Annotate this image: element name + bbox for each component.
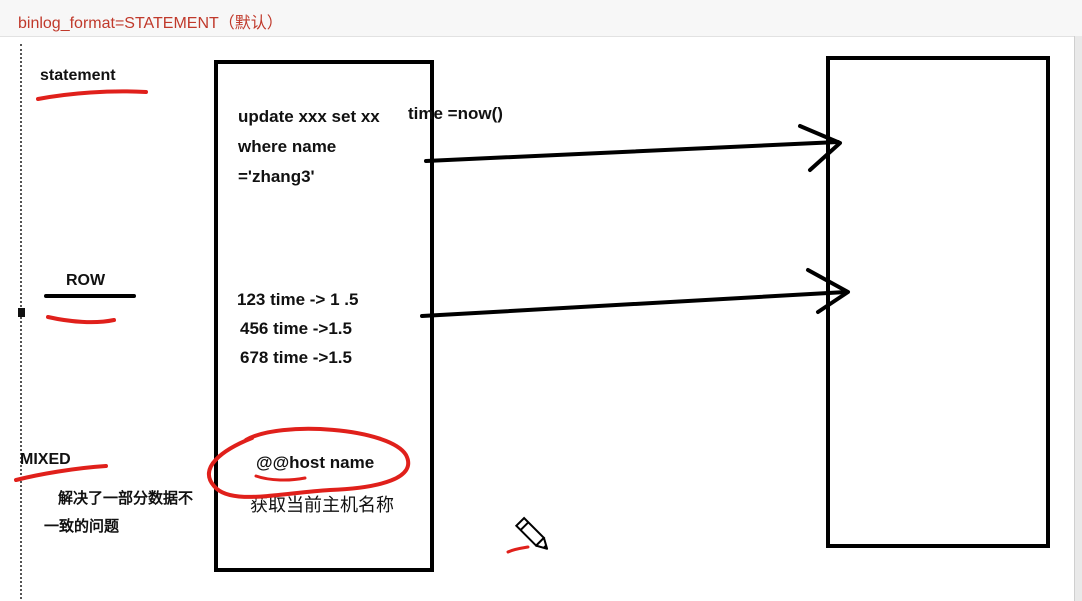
mixed-note-line1: 解决了一部分数据不 — [58, 490, 194, 507]
host-note: 获取当前主机名称 — [250, 495, 394, 515]
statement-sql-line3: ='zhang3' — [238, 167, 315, 186]
row-label: ROW — [66, 272, 106, 289]
page-title: binlog_format=STATEMENT（默认） — [18, 15, 283, 32]
mixed-label: MIXED — [20, 451, 71, 468]
guide-line-marker — [18, 308, 25, 317]
statement-sql-line1: update xxx set xx — [238, 107, 380, 126]
statement-label: statement — [40, 67, 116, 84]
mixed-note-line2: 一致的问题 — [44, 518, 120, 535]
row-line-3: 678 time ->1.5 — [240, 348, 352, 367]
statement-sql-now: time =now() — [408, 104, 503, 123]
vertical-scrollbar[interactable] — [1074, 36, 1082, 601]
title-bar: binlog_format=STATEMENT（默认） — [0, 0, 1082, 37]
dotted-guide-line — [20, 44, 22, 599]
host-variable: @@host name — [256, 453, 375, 472]
row-line-2: 456 time ->1.5 — [240, 319, 352, 338]
row-line-1: 123 time -> 1 .5 — [237, 290, 359, 309]
pencil-icon — [514, 516, 549, 550]
statement-sql-line2: where name — [238, 137, 337, 156]
target-box — [826, 56, 1050, 548]
